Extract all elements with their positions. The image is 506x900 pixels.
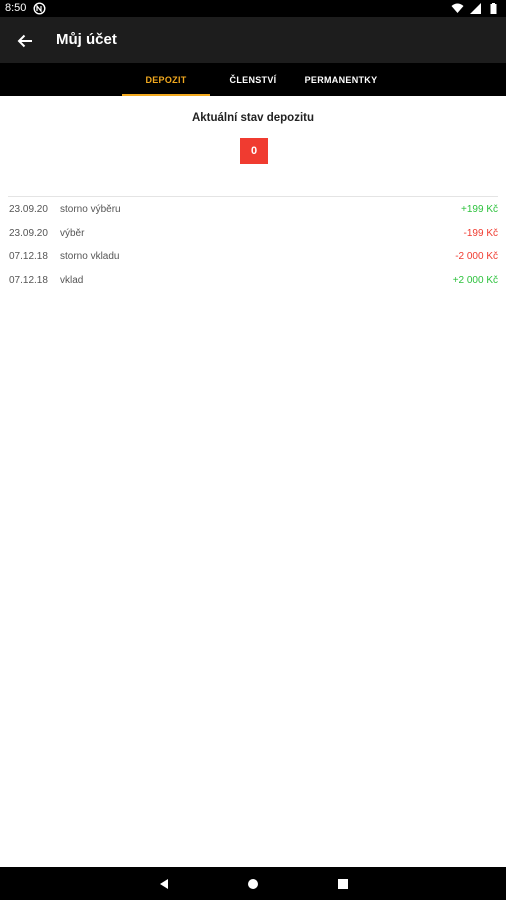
tab-bar: DEPOZIT ČLENSTVÍ PERMANENTKY [0, 63, 506, 96]
notification-icon [33, 2, 46, 15]
transaction-row: 07.12.18 storno vkladu -2 000 Kč [0, 248, 506, 272]
transaction-description: výběr [60, 227, 85, 239]
transaction-date: 07.12.18 [9, 251, 48, 262]
status-time: 8:50 [5, 2, 27, 14]
circle-home-icon [248, 879, 258, 889]
transaction-row: 23.09.20 výběr -199 Kč [0, 225, 506, 249]
transaction-description: storno výběru [60, 204, 121, 215]
transaction-amount: -2 000 Kč [455, 251, 498, 262]
transaction-row: 07.12.18 vklad +2 000 Kč [0, 272, 506, 296]
transaction-amount: -199 Kč [463, 227, 498, 239]
transaction-date: 07.12.18 [9, 274, 48, 286]
status-icons [451, 2, 500, 15]
square-recents-icon [338, 879, 348, 889]
transaction-description: storno vkladu [60, 251, 120, 262]
transaction-amount: +2 000 Kč [452, 274, 498, 286]
transaction-date: 23.09.20 [9, 227, 48, 239]
status-bar: 8:50 [0, 0, 506, 17]
divider [8, 196, 498, 197]
balance-title: Aktuální stav depozitu [191, 112, 315, 124]
transaction-amount: +199 Kč [461, 204, 498, 215]
page-title: Můj účet [56, 31, 117, 48]
transaction-description: vklad [60, 274, 84, 286]
arrow-left-icon [17, 34, 32, 48]
transaction-row: 23.09.20 storno výběru +199 Kč [0, 201, 506, 225]
signal-icon [470, 3, 481, 14]
nav-back-button[interactable] [155, 875, 173, 893]
balance-badge: 0 [240, 138, 268, 164]
tab-depozit[interactable]: DEPOZIT [122, 63, 210, 96]
back-button[interactable] [12, 28, 38, 54]
transaction-list: 23.09.20 storno výběru +199 Kč 23.09.20 … [0, 201, 506, 295]
tab-permanentky[interactable]: PERMANENTKY [296, 63, 386, 96]
tab-clenstvi[interactable]: ČLENSTVÍ [210, 63, 296, 96]
app-bar: Můj účet [0, 17, 506, 63]
nav-recents-button[interactable] [334, 875, 352, 893]
nav-home-button[interactable] [244, 875, 262, 893]
triangle-back-icon [160, 879, 168, 889]
battery-icon [490, 3, 497, 14]
transaction-date: 23.09.20 [9, 204, 48, 215]
wifi-icon [451, 3, 464, 13]
navigation-bar [0, 867, 506, 900]
